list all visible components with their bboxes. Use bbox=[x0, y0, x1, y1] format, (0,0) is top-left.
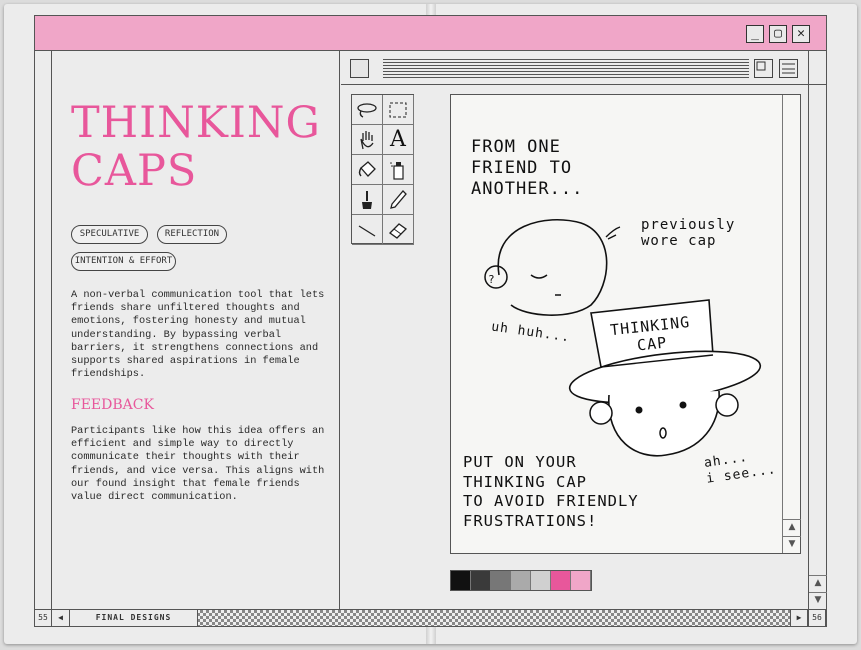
text-tool-icon[interactable]: A bbox=[383, 125, 414, 155]
split-view-button[interactable] bbox=[779, 59, 798, 78]
color-square-button[interactable] bbox=[350, 59, 369, 78]
minimize-icon[interactable]: _ bbox=[746, 25, 764, 43]
palette-swatch[interactable] bbox=[451, 571, 471, 590]
next-page-icon[interactable]: ▶ bbox=[790, 610, 808, 626]
hand-icon[interactable] bbox=[352, 125, 383, 155]
tool-panel: A bbox=[351, 94, 414, 245]
canvas-scrollbar[interactable]: ▲ ▼ bbox=[782, 95, 801, 553]
line-tool-icon[interactable] bbox=[352, 215, 383, 245]
prev-page-icon[interactable]: ◀ bbox=[52, 610, 70, 626]
brush-icon[interactable] bbox=[352, 185, 383, 215]
spray-can-icon[interactable] bbox=[383, 155, 414, 185]
title-line-2: CAPS bbox=[71, 146, 198, 196]
caption-bottom-line-2: THINKING CAP bbox=[463, 472, 587, 491]
lasso-icon[interactable] bbox=[352, 95, 383, 125]
palette-swatch[interactable] bbox=[511, 571, 531, 590]
eraser-icon[interactable] bbox=[383, 215, 414, 245]
scroll-up-icon[interactable]: ▲ bbox=[783, 519, 801, 535]
section-label: FINAL DESIGNS bbox=[70, 610, 198, 626]
palette-swatch[interactable] bbox=[491, 571, 511, 590]
title-bar: _ ▢ ✕ bbox=[35, 16, 826, 51]
page-number-right: 56 bbox=[808, 610, 826, 626]
note-previously-line-1: previously bbox=[641, 217, 736, 233]
drawing-canvas[interactable]: FROM ONE FRIEND TO ANOTHER... previously… bbox=[450, 94, 801, 554]
single-page-button[interactable] bbox=[754, 59, 773, 78]
caption-bottom-line-1: PUT ON YOUR bbox=[463, 453, 577, 471]
note-previously: previously wore cap bbox=[641, 217, 735, 249]
palette-swatch[interactable] bbox=[571, 571, 591, 590]
caption-top-line-1: FROM ONE bbox=[471, 137, 561, 157]
restore-icon[interactable]: ▢ bbox=[769, 25, 787, 43]
split-view-icon bbox=[782, 63, 795, 74]
right-strip[interactable]: ▲ ▼ bbox=[808, 51, 827, 609]
title-line-1: THINKING bbox=[71, 98, 321, 148]
close-icon[interactable]: ✕ bbox=[792, 25, 810, 43]
palette-swatch[interactable] bbox=[471, 571, 491, 590]
paint-bucket-icon[interactable] bbox=[352, 155, 383, 185]
left-pane: THINKING CAPS SPECULATIVE REFLECTION INT… bbox=[35, 51, 340, 609]
tag-reflection: REFLECTION bbox=[157, 225, 227, 244]
toolbar bbox=[341, 51, 826, 85]
caption-bottom-line-3: TO AVOID FRIENDLY bbox=[463, 492, 639, 510]
footer-bar: 55 ◀ FINAL DESIGNS ▶ 56 bbox=[35, 609, 826, 626]
page-scroll-up-icon[interactable]: ▲ bbox=[809, 575, 827, 591]
page-scroll-down-icon[interactable]: ▼ bbox=[809, 592, 827, 608]
caption-top: FROM ONE FRIEND TO ANOTHER... bbox=[471, 137, 583, 200]
color-palette bbox=[450, 570, 592, 591]
caption-bottom-line-4: FRUSTRATIONS! bbox=[463, 511, 598, 530]
pencil-icon[interactable] bbox=[383, 185, 414, 215]
tag-speculative: SPECULATIVE bbox=[71, 225, 148, 244]
palette-swatch[interactable] bbox=[531, 571, 551, 590]
feedback-heading: FEEDBACK bbox=[71, 397, 154, 413]
toolbar-lines bbox=[383, 59, 749, 78]
note-previously-line-2: wore cap bbox=[641, 233, 717, 249]
caption-bottom: PUT ON YOUR THINKING CAP TO AVOID FRIEND… bbox=[463, 453, 639, 531]
left-strip bbox=[35, 51, 52, 609]
scroll-down-icon[interactable]: ▼ bbox=[783, 536, 801, 552]
palette-swatch[interactable] bbox=[551, 571, 571, 590]
feedback-text: Participants like how this idea offers a… bbox=[71, 425, 325, 504]
app-window: _ ▢ ✕ THINKING CAPS SPECULATIVE REFLECTI… bbox=[34, 15, 827, 627]
description-text: A non-verbal communication tool that let… bbox=[71, 289, 325, 381]
caption-top-line-2: FRIEND TO bbox=[471, 158, 573, 178]
caption-top-line-3: ANOTHER... bbox=[471, 179, 584, 199]
marquee-select-icon[interactable] bbox=[383, 95, 414, 125]
page-number-left: 55 bbox=[35, 610, 52, 626]
question-mark: ? bbox=[488, 273, 496, 286]
single-page-icon bbox=[756, 61, 766, 71]
tag-intention-effort: INTENTION & EFFORT bbox=[71, 252, 176, 271]
page-title: THINKING CAPS bbox=[71, 99, 321, 195]
